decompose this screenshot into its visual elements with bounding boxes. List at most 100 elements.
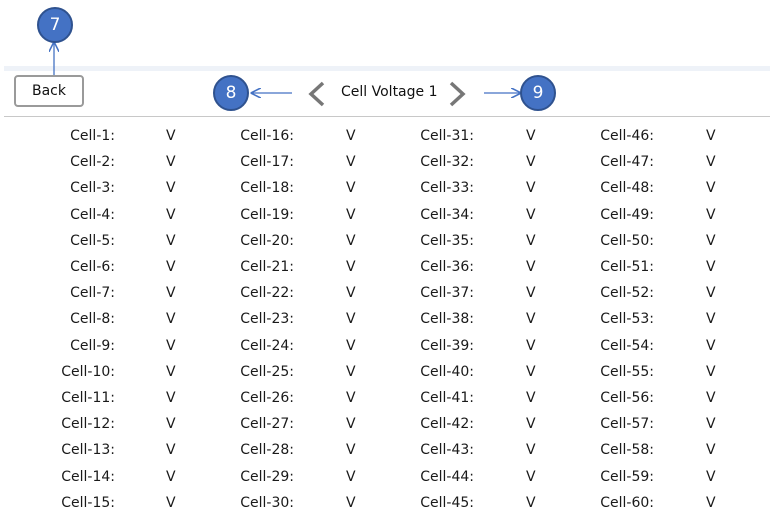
- cell-label: Cell-14:: [61, 469, 115, 485]
- cell-voltage-value: V: [166, 416, 176, 432]
- cell-voltage-value: V: [706, 469, 716, 485]
- cell-label: Cell-11:: [61, 390, 115, 406]
- cell-label: Cell-35:: [420, 233, 474, 249]
- cell-label: Cell-50:: [600, 233, 654, 249]
- cell-label: Cell-59:: [600, 469, 654, 485]
- cell-voltage-value: V: [346, 207, 356, 223]
- cell-label: Cell-13:: [61, 442, 115, 458]
- cell-label: Cell-27:: [240, 416, 294, 432]
- cell-voltage-value: V: [706, 338, 716, 354]
- cell-label: Cell-46:: [600, 128, 654, 144]
- cell-voltage-value: V: [346, 311, 356, 327]
- cell-label: Cell-34:: [420, 207, 474, 223]
- cell-label: Cell-22:: [240, 285, 294, 301]
- cell-label: Cell-24:: [240, 338, 294, 354]
- cell-label: Cell-48:: [600, 180, 654, 196]
- cell-voltage-value: V: [526, 442, 536, 458]
- cell-label: Cell-10:: [61, 364, 115, 380]
- cell-label: Cell-52:: [600, 285, 654, 301]
- cell-voltage-value: V: [706, 154, 716, 170]
- cell-voltage-value: V: [166, 390, 176, 406]
- cell-label: Cell-5:: [70, 233, 115, 249]
- cell-label: Cell-33:: [420, 180, 474, 196]
- cell-voltage-value: V: [526, 233, 536, 249]
- cell-label: Cell-2:: [70, 154, 115, 170]
- cell-label: Cell-43:: [420, 442, 474, 458]
- cell-voltage-value: V: [166, 495, 176, 511]
- cell-voltage-value: V: [346, 285, 356, 301]
- cell-label: Cell-26:: [240, 390, 294, 406]
- cell-label: Cell-42:: [420, 416, 474, 432]
- cell-label: Cell-21:: [240, 259, 294, 275]
- cell-voltage-value: V: [346, 259, 356, 275]
- cell-label: Cell-41:: [420, 390, 474, 406]
- cell-label: Cell-18:: [240, 180, 294, 196]
- cell-voltage-value: V: [166, 338, 176, 354]
- cell-label: Cell-44:: [420, 469, 474, 485]
- cell-label: Cell-32:: [420, 154, 474, 170]
- cell-label: Cell-49:: [600, 207, 654, 223]
- cell-voltage-value: V: [526, 495, 536, 511]
- cell-voltage-value: V: [346, 233, 356, 249]
- cell-voltage-value: V: [706, 128, 716, 144]
- cell-voltage-value: V: [166, 207, 176, 223]
- cell-voltage-value: V: [346, 154, 356, 170]
- cell-voltage-value: V: [166, 233, 176, 249]
- cell-label: Cell-3:: [70, 180, 115, 196]
- cell-voltage-value: V: [526, 207, 536, 223]
- cell-voltage-value: V: [526, 128, 536, 144]
- cell-voltage-value: V: [166, 364, 176, 380]
- cell-label: Cell-57:: [600, 416, 654, 432]
- cell-label: Cell-60:: [600, 495, 654, 511]
- cell-voltage-value: V: [706, 259, 716, 275]
- cell-voltage-value: V: [346, 495, 356, 511]
- cell-voltage-value: V: [166, 180, 176, 196]
- cell-voltage-value: V: [706, 442, 716, 458]
- cell-label: Cell-7:: [70, 285, 115, 301]
- cell-label: Cell-53:: [600, 311, 654, 327]
- cell-voltage-value: V: [526, 259, 536, 275]
- cell-voltage-value: V: [526, 311, 536, 327]
- cell-voltage-value: V: [526, 390, 536, 406]
- cell-voltage-value: V: [346, 180, 356, 196]
- cell-voltage-value: V: [166, 154, 176, 170]
- cell-voltage-value: V: [166, 285, 176, 301]
- cell-label: Cell-55:: [600, 364, 654, 380]
- cell-label: Cell-56:: [600, 390, 654, 406]
- cell-voltage-value: V: [706, 364, 716, 380]
- cell-label: Cell-19:: [240, 207, 294, 223]
- cell-label: Cell-17:: [240, 154, 294, 170]
- cell-voltage-value: V: [346, 416, 356, 432]
- cell-label: Cell-54:: [600, 338, 654, 354]
- cell-voltage-value: V: [526, 416, 536, 432]
- cell-voltage-value: V: [166, 442, 176, 458]
- cell-label: Cell-20:: [240, 233, 294, 249]
- cell-voltage-value: V: [706, 233, 716, 249]
- cell-label: Cell-28:: [240, 442, 294, 458]
- cell-voltage-value: V: [526, 469, 536, 485]
- cell-voltage-value: V: [706, 285, 716, 301]
- cell-voltage-value: V: [166, 469, 176, 485]
- cell-voltage-value: V: [166, 259, 176, 275]
- cell-label: Cell-58:: [600, 442, 654, 458]
- cell-label: Cell-1:: [70, 128, 115, 144]
- cell-voltage-value: V: [706, 495, 716, 511]
- cell-voltage-value: V: [526, 180, 536, 196]
- cell-voltage-value: V: [706, 416, 716, 432]
- cell-label: Cell-47:: [600, 154, 654, 170]
- cell-voltage-value: V: [526, 364, 536, 380]
- cell-voltage-value: V: [346, 364, 356, 380]
- cell-label: Cell-9:: [70, 338, 115, 354]
- cell-voltage-value: V: [706, 311, 716, 327]
- cell-label: Cell-38:: [420, 311, 474, 327]
- cell-label: Cell-29:: [240, 469, 294, 485]
- cell-label: Cell-6:: [70, 259, 115, 275]
- cell-voltage-value: V: [346, 128, 356, 144]
- cell-voltage-value: V: [346, 338, 356, 354]
- cell-voltage-value: V: [166, 311, 176, 327]
- cell-voltage-value: V: [346, 390, 356, 406]
- cell-voltage-value: V: [526, 285, 536, 301]
- cell-label: Cell-4:: [70, 207, 115, 223]
- cell-label: Cell-25:: [240, 364, 294, 380]
- cell-voltage-value: V: [346, 442, 356, 458]
